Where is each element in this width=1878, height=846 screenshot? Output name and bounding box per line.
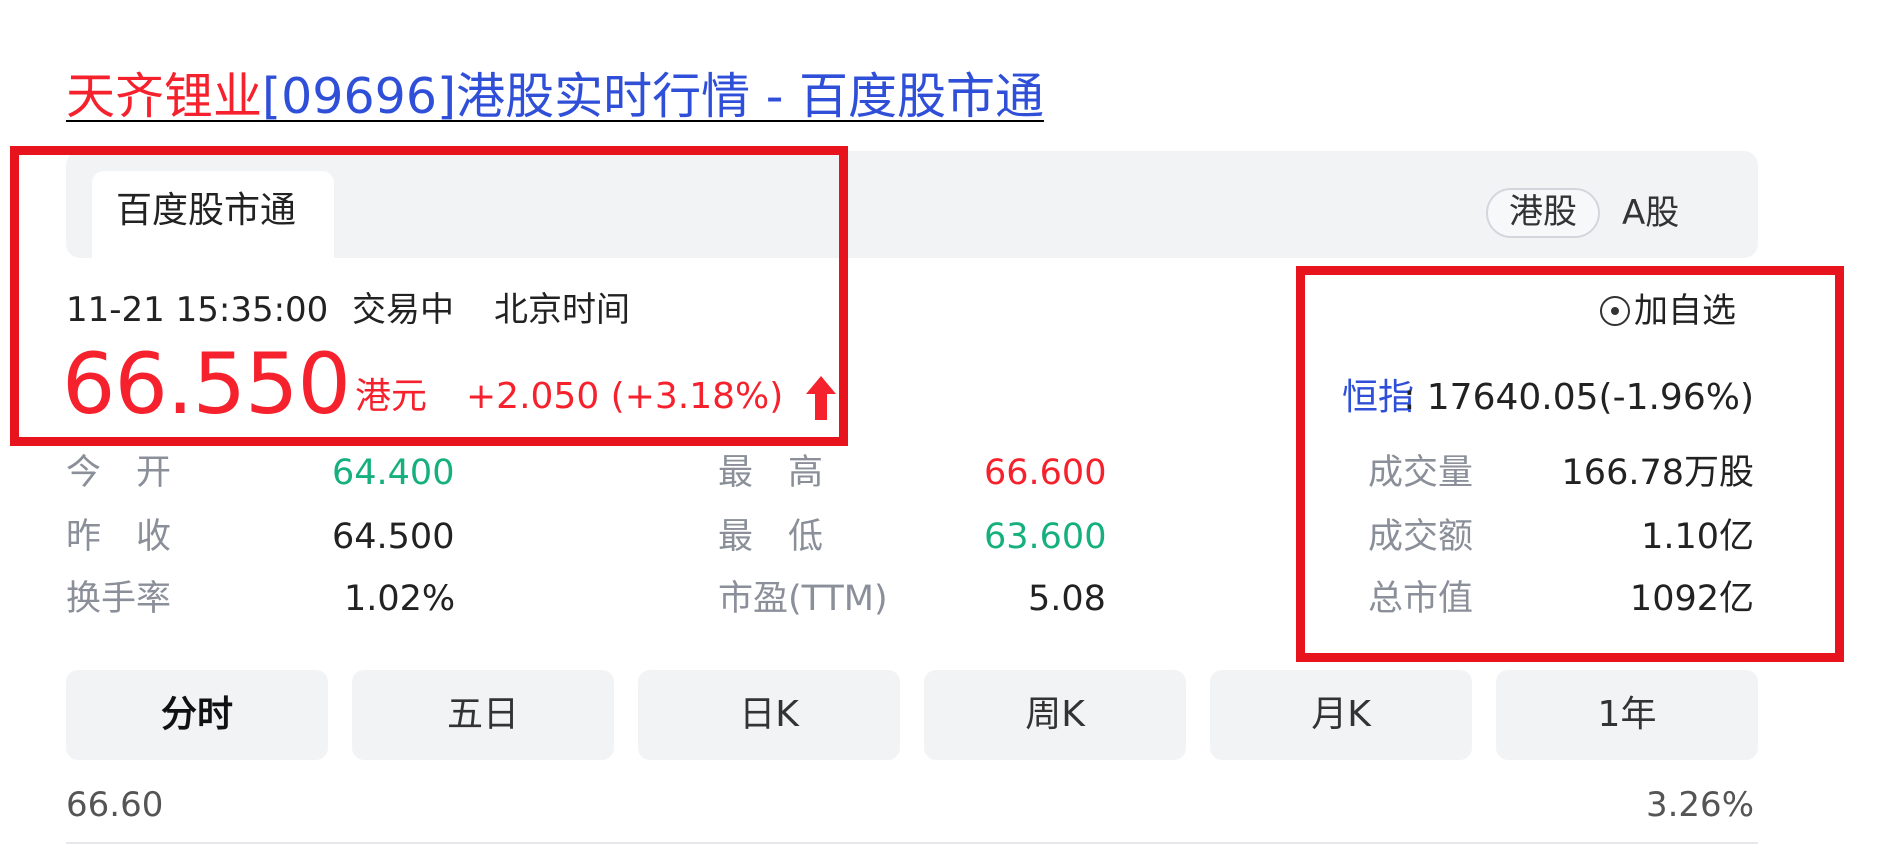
tab-monthly-k[interactable]: 月K (1210, 670, 1472, 760)
stat-turnover-value: 1.02% (344, 579, 456, 619)
tab-daily-k[interactable]: 日K (638, 670, 900, 760)
stat-pe-label: 市盈(TTM) (718, 579, 888, 619)
title-highlight: 天齐锂业 (66, 68, 263, 125)
stat-open-label: 今 开 (66, 453, 172, 493)
title-rest: [09696]港股实时行情 - 百度股市通 (262, 68, 1044, 125)
chart-top-percent: 3.26% (1645, 785, 1754, 825)
annotation-box-summary (1296, 266, 1844, 662)
stat-prev-close-value: 64.500 (332, 517, 455, 557)
stat-low-label: 最 低 (718, 517, 824, 557)
stat-high-value: 66.600 (984, 453, 1107, 493)
stat-turnover-label: 换手率 (66, 579, 172, 619)
tab-one-year[interactable]: 1年 (1496, 670, 1758, 760)
tab-five-day[interactable]: 五日 (352, 670, 614, 760)
tab-weekly-k[interactable]: 周K (924, 670, 1186, 760)
annotation-box-price (10, 146, 848, 446)
stat-prev-close-label: 昨 收 (66, 517, 172, 557)
tab-intraday[interactable]: 分时 (66, 670, 328, 760)
stat-pe-value: 5.08 (1028, 579, 1106, 619)
stat-low-value: 63.600 (984, 517, 1107, 557)
market-toggle-hk[interactable]: 港股 (1486, 188, 1600, 238)
chart-top-price: 66.60 (66, 785, 164, 825)
stat-open-value: 64.400 (332, 453, 455, 493)
result-title-link[interactable]: 天齐锂业[09696]港股实时行情 - 百度股市通 (66, 62, 1044, 132)
stat-high-label: 最 高 (718, 453, 824, 493)
chart-grid-line (66, 842, 1758, 844)
market-toggle-a[interactable]: A股 (1622, 188, 1679, 238)
